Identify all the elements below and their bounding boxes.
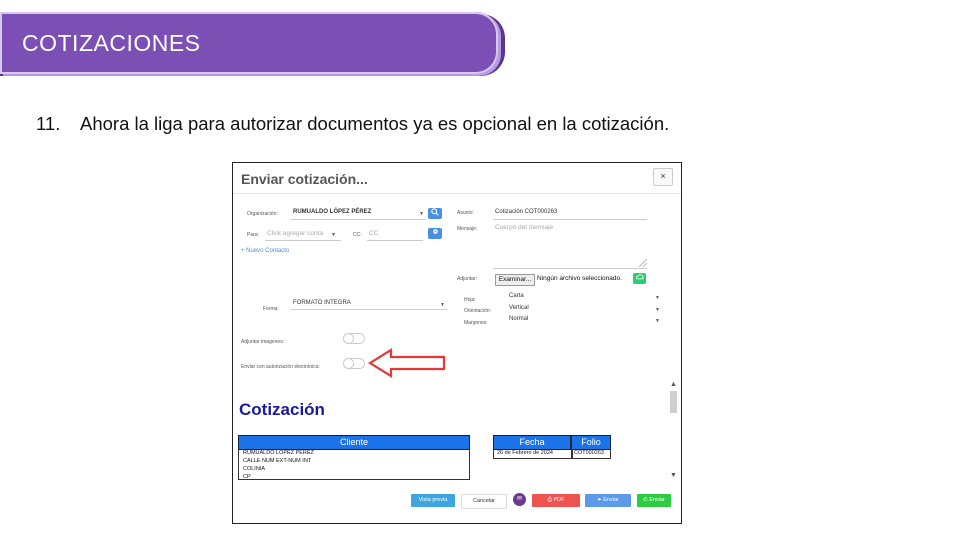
margins-label: Margenes: <box>464 320 488 326</box>
organization-value[interactable]: RUMUALDO LÓPEZ PÉREZ <box>293 209 371 215</box>
browse-button[interactable]: Examinar... <box>495 274 535 286</box>
date-header: Fecha <box>493 435 571 450</box>
preview-title: Cotización <box>239 400 325 419</box>
attach-status: Ningún archivo seleccionado. <box>537 275 622 282</box>
subject-input[interactable]: Cotización COT000263 <box>495 209 557 215</box>
chevron-down-icon[interactable]: ▼ <box>655 295 660 301</box>
message-label: Mensaje: <box>457 226 478 232</box>
scroll-down-icon[interactable]: ▼ <box>670 472 677 479</box>
orientation-select[interactable]: Vertical <box>509 305 529 311</box>
folio-header: Folio <box>571 435 611 450</box>
cc-label: CC: <box>353 232 362 238</box>
format-select[interactable]: FORMATO INTEGRA <box>293 300 351 306</box>
electronic-authorization-toggle[interactable] <box>343 358 365 369</box>
client-line: COLINIA <box>243 466 266 472</box>
chevron-down-icon[interactable]: ▼ <box>655 318 660 324</box>
send-button[interactable]: ➤ Enviar <box>585 494 631 507</box>
attach-label: Adjuntar: <box>457 276 478 282</box>
message-textarea[interactable]: Cuerpo del mensaje <box>495 224 553 231</box>
search-icon <box>431 208 439 216</box>
pdf-label: PDF <box>553 497 565 503</box>
subject-label: Asunto: <box>457 210 474 216</box>
modal-divider <box>233 193 681 194</box>
client-header: Cliente <box>238 435 470 450</box>
organization-underline <box>291 219 425 220</box>
format-label: Forma: <box>263 306 279 312</box>
send-quote-modal: Enviar cotización... × Organización: RUM… <box>232 162 682 524</box>
attach-images-toggle[interactable] <box>343 333 365 344</box>
margins-select[interactable]: Normal <box>509 316 528 322</box>
client-line: RUMUALDO LÓPEZ PÉREZ <box>243 450 314 456</box>
client-line: CALLE NUM EXT-NUM INT <box>243 458 312 464</box>
preview-button[interactable]: Vista previa <box>411 494 455 507</box>
scroll-up-icon[interactable]: ▲ <box>670 381 677 388</box>
pdf-button[interactable]: ⎙ PDF <box>532 494 580 507</box>
whatsapp-icon: ✆ <box>643 497 648 503</box>
scrollbar-thumb[interactable] <box>670 391 677 413</box>
orientation-label: Orientación: <box>464 308 491 314</box>
cc-input[interactable]: CC <box>369 230 378 237</box>
cc-underline <box>367 240 423 241</box>
step-number: 11. <box>36 113 61 134</box>
chevron-down-icon[interactable]: ▼ <box>331 232 336 238</box>
date-value: 26 de Febrero de 2024 <box>497 450 553 456</box>
step-text: Ahora la liga para autorizar documentos … <box>80 113 670 134</box>
chevron-down-icon[interactable]: ▼ <box>419 211 424 217</box>
resize-handle-icon[interactable] <box>639 259 647 267</box>
pdf-icon: ⎙ <box>547 497 552 503</box>
client-line: CP <box>243 474 251 479</box>
folio-value: COT000263 <box>574 450 604 456</box>
send-icon: ➤ <box>597 497 602 503</box>
to-input[interactable]: Click agregar conta <box>267 230 323 237</box>
gear-icon <box>432 229 438 234</box>
message-underline <box>493 268 647 269</box>
cancel-button[interactable]: Cancelar <box>461 494 507 509</box>
close-button[interactable]: × <box>653 168 673 186</box>
sheet-select[interactable]: Carta <box>509 293 524 299</box>
chevron-down-icon[interactable]: ▼ <box>655 307 660 313</box>
electronic-authorization-label: Enviar con autorización electrónica: <box>241 364 320 370</box>
attach-images-label: Adjuntar imagenes: <box>241 339 285 345</box>
to-underline <box>265 240 341 241</box>
new-contact-link[interactable]: + Nuevo Contacto <box>241 248 289 254</box>
format-underline <box>291 309 447 310</box>
search-button[interactable] <box>428 208 442 219</box>
toggle-knob <box>344 359 353 368</box>
organization-label: Organización: <box>247 211 278 217</box>
upload-button[interactable] <box>633 273 646 284</box>
subject-underline <box>493 219 647 220</box>
chevron-down-icon[interactable]: ▼ <box>440 302 445 308</box>
modal-title: Enviar cotización... <box>241 171 368 187</box>
send-label: Enviar <box>603 497 619 503</box>
whatsapp-button[interactable]: ✆ Enviar <box>637 494 671 507</box>
settings-button[interactable] <box>428 228 442 239</box>
toggle-knob <box>344 334 353 343</box>
email-icon-button[interactable]: ✉ <box>513 493 526 506</box>
sheet-label: Hoja: <box>464 297 476 303</box>
cloud-upload-icon <box>635 274 644 280</box>
red-arrow-icon <box>367 348 446 378</box>
banner-title: COTIZACIONES <box>22 30 201 56</box>
whatsapp-label: Enviar <box>649 497 665 503</box>
to-label: Para: <box>247 232 259 238</box>
